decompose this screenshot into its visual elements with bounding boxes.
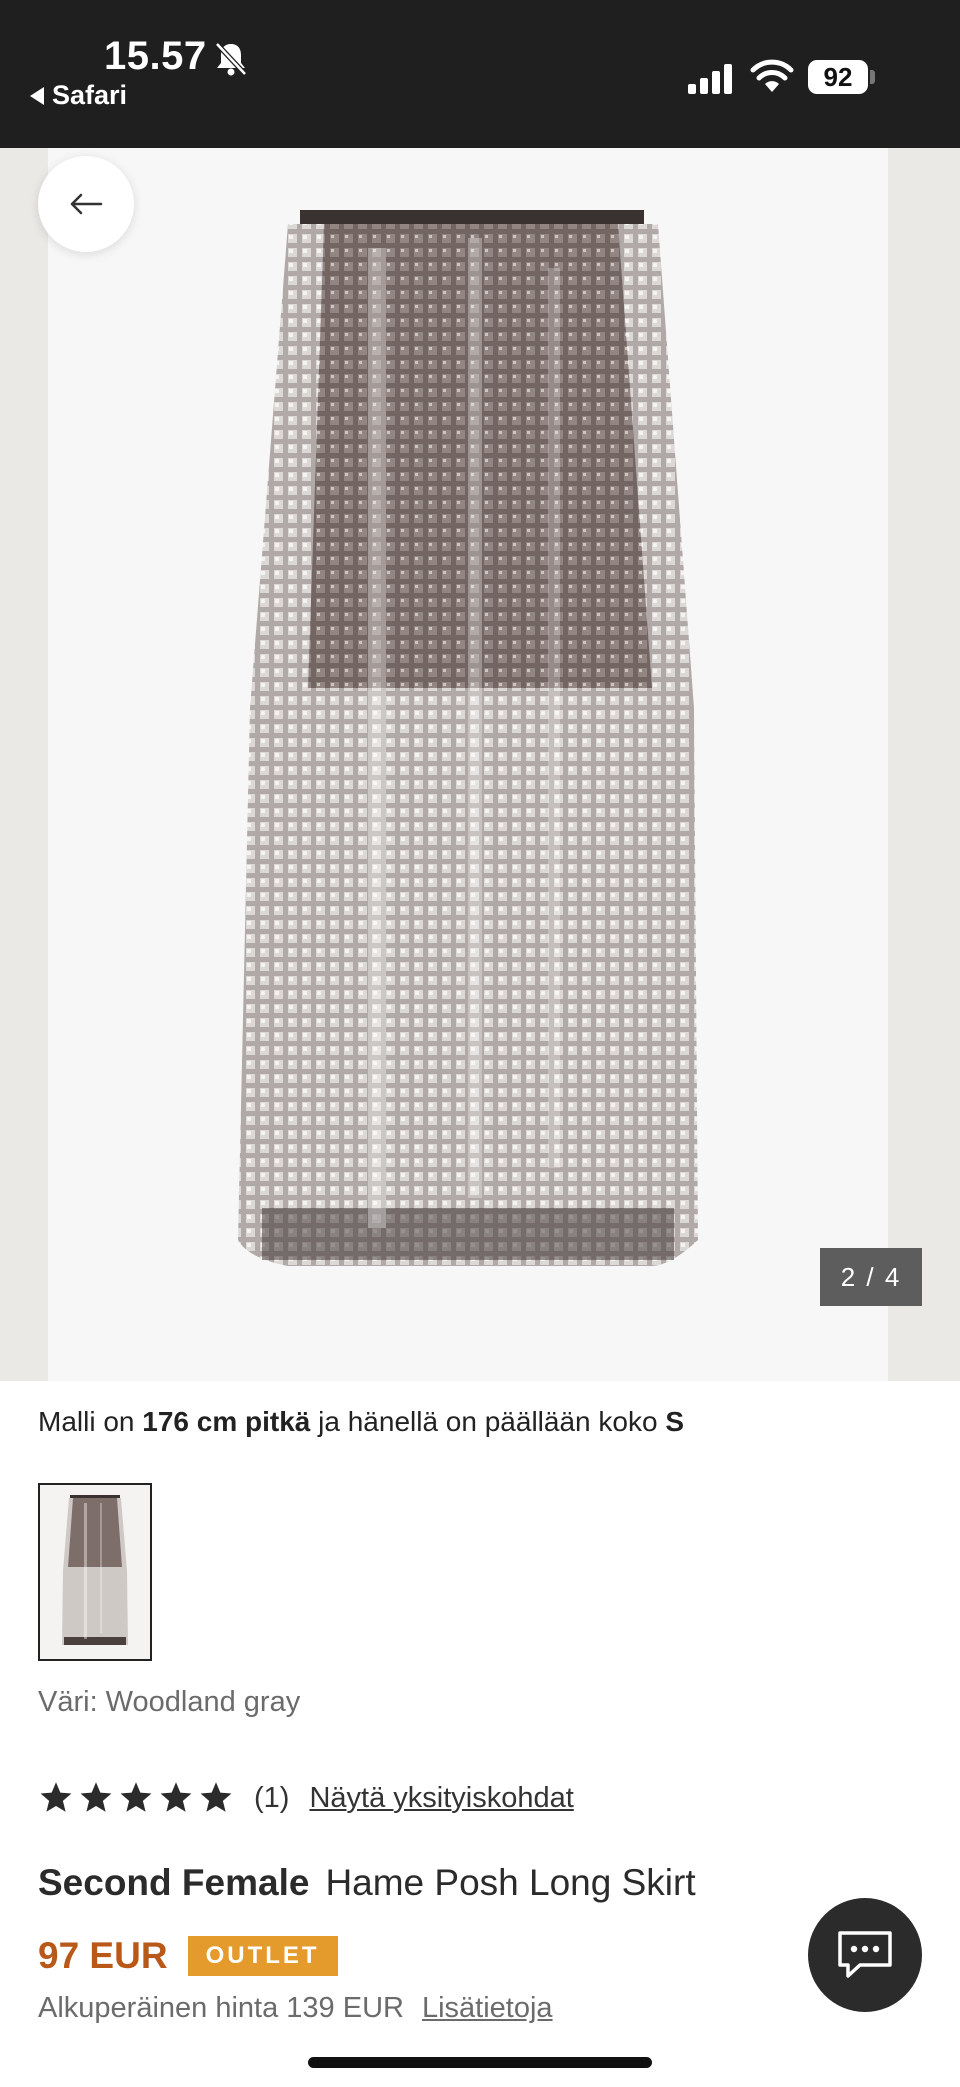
more-info-link[interactable]: Lisätietoja [422, 1992, 553, 2024]
skirt-image [238, 210, 698, 1267]
status-bar: 15.57 Safari 92 [0, 0, 960, 148]
rating-row: (1) Näytä yksityiskohdat [38, 1780, 574, 1816]
brand-name: Second Female [38, 1862, 310, 1903]
battery-cap [870, 70, 875, 84]
product-title: Second Female Hame Posh Long Skirt [38, 1862, 696, 1904]
back-button[interactable] [38, 156, 134, 252]
outlet-badge: OUTLET [187, 1936, 338, 1976]
rating-count: (1) [254, 1781, 290, 1814]
original-price-row: Alkuperäinen hinta 139 EUR Lisätietoja [38, 1992, 553, 2025]
star-rating [38, 1780, 234, 1816]
price-row: 97 EUR OUTLET [38, 1935, 338, 1977]
arrow-left-icon [70, 193, 103, 215]
chat-bubble-icon [838, 1931, 892, 1978]
original-price: Alkuperäinen hinta 139 EUR [38, 1992, 404, 2024]
back-app-label: Safari [52, 80, 128, 110]
wifi-icon [750, 59, 794, 92]
model-size: S [665, 1406, 684, 1437]
star-icon [80, 1782, 112, 1812]
star-icon [200, 1782, 232, 1812]
star-icon [120, 1782, 152, 1812]
model-height: 176 cm pitkä [142, 1406, 311, 1437]
product-name: Hame Posh Long Skirt [325, 1862, 696, 1903]
chat-button[interactable] [808, 1898, 922, 2012]
product-image [48, 148, 888, 1381]
star-icon [160, 1782, 192, 1812]
battery-level: 92 [808, 60, 868, 94]
price: 97 EUR [38, 1935, 168, 1976]
skirt-thumbnail-image [62, 1495, 128, 1645]
home-indicator[interactable] [308, 2057, 652, 2068]
model-info-middle: ja hänellä on päällään koko [310, 1406, 666, 1437]
bell-muted-icon [215, 42, 247, 76]
model-info-prefix: Malli on [38, 1406, 143, 1437]
image-counter: 2 / 4 [820, 1248, 922, 1306]
status-time: 15.57 [104, 34, 207, 78]
cellular-signal-icon [688, 64, 732, 94]
back-to-safari[interactable]: Safari [30, 80, 127, 111]
color-label: Väri: Woodland gray [38, 1686, 301, 1718]
model-info: Malli on 176 cm pitkä ja hänellä on pääl… [38, 1406, 684, 1438]
product-image-gallery[interactable] [0, 148, 960, 1381]
show-details-link[interactable]: Näytä yksityiskohdat [309, 1782, 573, 1815]
back-triangle-icon [30, 86, 44, 105]
star-icon [40, 1782, 72, 1812]
color-thumbnail[interactable] [38, 1483, 152, 1661]
